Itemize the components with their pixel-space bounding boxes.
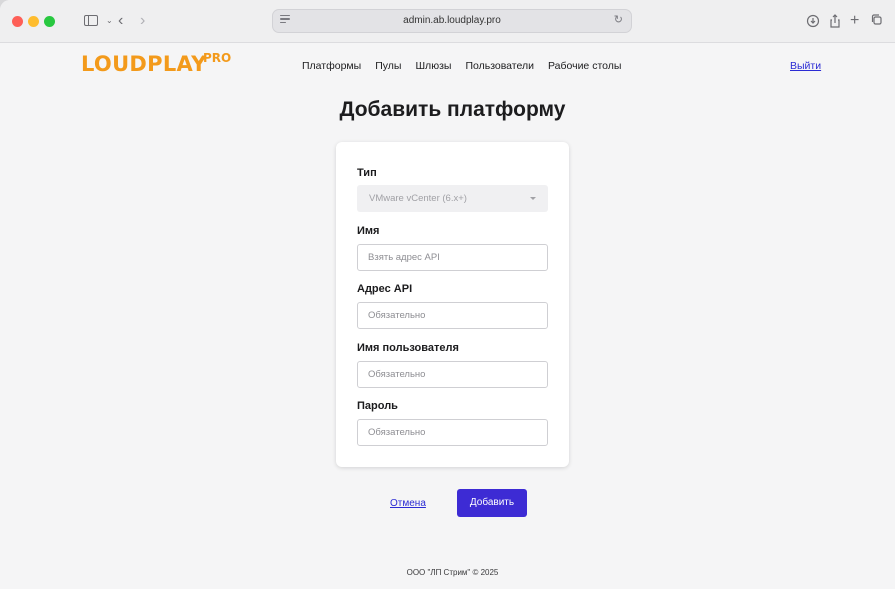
browser-toolbar: ⌄ ‹ › admin.ab.loudplay.pro ↻ + [0,0,895,43]
username-input[interactable] [357,361,548,388]
platform-form: Тип VMware vCenter (6.x+) Имя Адрес API … [336,142,569,467]
type-select-value: VMware vCenter (6.x+) [369,193,467,204]
caret-down-icon [530,197,536,200]
main-nav: Платформы Пулы Шлюзы Пользователи Рабочи… [302,59,635,73]
type-select[interactable]: VMware vCenter (6.x+) [357,185,548,212]
tab-overview-icon[interactable] [870,11,884,31]
api-address-input[interactable] [357,302,548,329]
close-window-button[interactable] [12,16,23,27]
name-input[interactable] [357,244,548,271]
username-label: Имя пользователя [357,342,459,354]
maximize-window-button[interactable] [44,16,55,27]
nav-gateways[interactable]: Шлюзы [415,59,451,73]
reload-icon[interactable]: ↻ [614,13,623,26]
name-label: Имя [357,225,380,237]
footer-copyright: ООО "ЛП Стрим" © 2025 [406,568,499,577]
forward-arrow-icon[interactable]: › [140,11,145,31]
nav-users[interactable]: Пользователи [465,59,534,73]
address-bar[interactable]: admin.ab.loudplay.pro ↻ [272,9,632,33]
share-icon[interactable] [828,11,842,31]
new-tab-icon[interactable]: + [850,11,859,31]
api-address-label: Адрес API [357,283,413,295]
nav-pools[interactable]: Пулы [375,59,401,73]
back-arrow-icon[interactable]: ‹ [118,11,123,31]
downloads-icon[interactable] [806,11,820,31]
password-input[interactable] [357,419,548,446]
browser-window: ⌄ ‹ › admin.ab.loudplay.pro ↻ + LOUDPLAY… [0,0,895,589]
logo-pro-badge: PRO [203,51,232,65]
page-title: Добавить платформу [339,98,566,121]
type-label: Тип [357,167,377,179]
nav-desktops[interactable]: Рабочие столы [548,59,621,73]
url-text: admin.ab.loudplay.pro [403,15,501,26]
loudplay-logo[interactable]: LOUDPLAY [81,52,207,76]
logout-link[interactable]: Выйти [790,59,821,73]
minimize-window-button[interactable] [28,16,39,27]
cancel-link[interactable]: Отмена [390,497,426,511]
password-label: Пароль [357,400,398,412]
nav-platforms[interactable]: Платформы [302,59,361,73]
chevron-down-icon[interactable]: ⌄ [106,11,113,31]
add-button[interactable]: Добавить [457,489,527,517]
sidebar-toggle-icon[interactable] [84,15,98,26]
site-header: LOUDPLAY PRO Платформы Пулы Шлюзы Пользо… [0,43,895,93]
